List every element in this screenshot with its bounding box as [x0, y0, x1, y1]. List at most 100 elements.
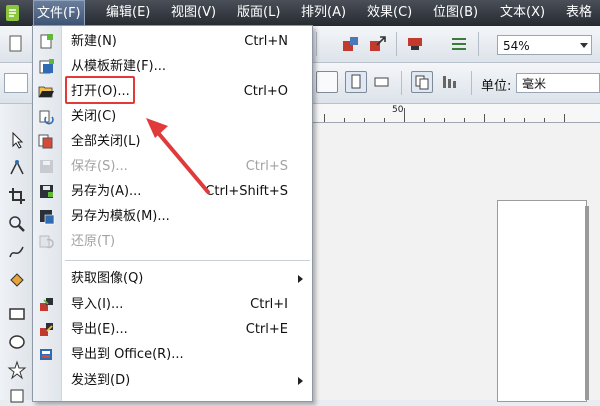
zoom-value: 54% — [503, 39, 530, 53]
menu-item-import[interactable]: 导入(I)... Ctrl+I — [33, 292, 312, 317]
menu-bitmaps[interactable]: 位图(B) — [430, 0, 481, 26]
ruler-tick — [324, 114, 325, 122]
toolbox — [0, 104, 35, 403]
new-document-icon — [40, 34, 53, 49]
menu-item-label: 新建(N) — [71, 34, 117, 49]
menu-item-label: 导出(E)... — [71, 322, 128, 337]
landscape-button[interactable] — [371, 71, 393, 93]
menu-item-label: 另存为(A)... — [71, 184, 142, 199]
menu-item-new[interactable]: 新建(N) Ctrl+N — [33, 29, 312, 54]
submenu-arrow-icon — [298, 377, 303, 385]
toolbar-separator — [316, 32, 317, 56]
revert-icon — [39, 235, 54, 249]
basic-shapes-tool-icon[interactable] — [7, 386, 27, 406]
toolbar-separator — [396, 32, 397, 56]
zoom-tool-icon[interactable] — [7, 214, 27, 234]
ruler-tick — [544, 118, 545, 122]
unit-value: 毫米 — [522, 77, 547, 91]
menu-view[interactable]: 视图(V) — [168, 0, 219, 26]
freehand-tool-icon[interactable] — [7, 242, 27, 262]
unit-combo[interactable]: 毫米 — [516, 73, 600, 93]
toolbar-separator — [401, 71, 402, 95]
menu-item-label: 关闭(C) — [71, 109, 117, 124]
ruler-tick — [384, 118, 385, 122]
menu-item-label: 另存为模板(M)... — [71, 209, 170, 224]
export-office-icon — [40, 349, 52, 360]
menu-item-send-to[interactable]: 发送到(D) — [33, 368, 312, 393]
ruler-tick — [524, 118, 525, 122]
polygon-tool-icon[interactable] — [7, 360, 27, 380]
menu-item-export-to-office[interactable]: 导出到 Office(R)... — [33, 342, 312, 367]
menu-item-shortcut: Ctrl+N — [244, 34, 288, 49]
highlight-box — [65, 76, 135, 104]
menu-item-shortcut: Ctrl+O — [243, 84, 288, 99]
ellipse-tool-icon[interactable] — [7, 332, 27, 352]
export-tool-icon[interactable] — [367, 33, 389, 55]
new-from-template-icon — [39, 59, 54, 74]
new-icon[interactable] — [5, 33, 27, 55]
menu-layout[interactable]: 版面(L) — [234, 0, 283, 26]
document-page[interactable] — [497, 200, 587, 402]
ruler-tick — [444, 118, 445, 122]
ruler-tick — [464, 118, 465, 122]
all-pages-button[interactable] — [411, 71, 433, 93]
portrait-icon — [351, 74, 361, 89]
paper-size-combo[interactable] — [4, 73, 28, 93]
red-arrow-icon — [146, 118, 210, 194]
close-all-icon — [38, 134, 53, 149]
shape-tool-icon[interactable] — [7, 158, 27, 178]
menu-item-label: 保存(S)... — [71, 159, 128, 174]
options-icon[interactable] — [448, 33, 470, 55]
menu-item-label: 发送到(D) — [71, 373, 131, 388]
pick-tool-icon[interactable] — [7, 130, 27, 150]
ruler-tick — [424, 118, 425, 122]
all-pages-icon — [415, 75, 429, 90]
menu-separator — [65, 260, 310, 261]
ruler-tick — [504, 118, 505, 122]
application-launcher-icon[interactable] — [405, 33, 427, 55]
crop-tool-icon[interactable] — [7, 186, 27, 206]
toolbar-separator — [478, 32, 479, 56]
ruler-tick — [484, 114, 485, 122]
chevron-down-icon — [580, 43, 588, 48]
export-icon — [40, 323, 53, 336]
landscape-icon — [374, 77, 389, 87]
menu-item-label: 导出到 Office(R)... — [71, 347, 184, 362]
save-as-template-icon — [40, 210, 55, 225]
submenu-arrow-icon — [298, 275, 303, 283]
menu-arrange[interactable]: 排列(A) — [298, 0, 349, 26]
toolbar-separator — [471, 71, 472, 95]
menu-effects[interactable]: 效果(C) — [364, 0, 415, 26]
close-document-icon — [39, 110, 54, 125]
zoom-combo[interactable]: 54% — [497, 35, 592, 55]
smart-fill-tool-icon[interactable] — [7, 270, 27, 290]
menu-edit[interactable]: 编辑(E) — [103, 0, 153, 26]
page-shadow — [585, 206, 589, 400]
open-folder-icon — [38, 86, 54, 98]
menu-item-label: 获取图像(Q) — [71, 271, 144, 286]
menu-file[interactable]: 文件(F) — [33, 0, 85, 26]
menu-item-acquire-image[interactable]: 获取图像(Q) — [33, 266, 312, 291]
ruler-tick — [364, 118, 365, 122]
menubar: 文件(F) 编辑(E) 视图(V) 版面(L) 排列(A) 效果(C) 位图(B… — [0, 0, 600, 26]
rectangle-tool-icon[interactable] — [7, 304, 27, 324]
menu-item-label: 全部关闭(L) — [71, 134, 141, 149]
menu-table[interactable]: 表格 — [563, 0, 595, 26]
ruler-tick — [404, 108, 405, 122]
menu-item-shortcut: Ctrl+E — [245, 322, 288, 337]
import-icon — [40, 298, 53, 311]
menu-item-export[interactable]: 导出(E)... Ctrl+E — [33, 317, 312, 342]
menu-item-label: 导入(I)... — [71, 297, 124, 312]
menu-text[interactable]: 文本(X) — [497, 0, 548, 26]
import-tool-icon[interactable] — [340, 33, 362, 55]
menu-item-save-as-template[interactable]: 另存为模板(M)... — [33, 204, 312, 229]
menu-item-revert[interactable]: 还原(T) — [33, 229, 312, 254]
current-page-icon[interactable] — [439, 71, 461, 93]
ruler-label: 50 — [392, 105, 404, 115]
save-as-icon — [40, 185, 53, 198]
ruler-tick — [344, 118, 345, 122]
page-size-button[interactable] — [316, 71, 338, 93]
portrait-button[interactable] — [345, 71, 367, 93]
save-icon — [40, 160, 53, 173]
menu-item-shortcut: Ctrl+S — [245, 159, 288, 174]
